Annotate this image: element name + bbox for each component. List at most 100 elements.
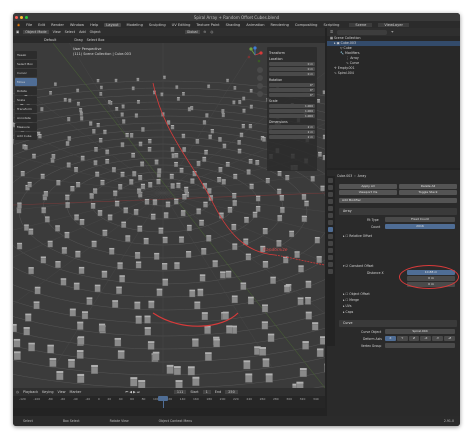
tool-scale[interactable]: Scale <box>15 96 37 104</box>
menu-select[interactable]: Select <box>65 30 75 34</box>
scale-x-field[interactable]: 1.000 <box>269 104 315 108</box>
workspace-tab-animation[interactable]: Animation <box>246 23 264 27</box>
play-controls-icon[interactable]: ⏮ ◀ ▶ ⏭ <box>125 390 140 394</box>
add-modifier-dropdown[interactable]: Add Modifier <box>339 198 457 203</box>
tab-physics-icon[interactable] <box>328 241 333 246</box>
merge-panel[interactable]: ▸ ☐ Merge <box>343 298 359 302</box>
tab-view-layer-icon[interactable] <box>328 199 333 204</box>
menu-timeline-view[interactable]: View <box>58 390 66 394</box>
scale-z-field[interactable]: 1.000 <box>269 114 315 118</box>
workspace-tab-rendering[interactable]: Rendering <box>271 23 289 27</box>
end-frame-field[interactable]: 250 <box>225 390 238 394</box>
tab-tool-icon[interactable] <box>328 178 333 183</box>
workspace-tab-layout[interactable]: Layout <box>104 22 121 27</box>
vertex-group-field[interactable] <box>385 343 455 348</box>
workspace-tab-compositing[interactable]: Compositing <box>295 23 318 27</box>
workspace-tab-scripting[interactable]: Scripting <box>323 23 339 27</box>
deform-axis-button[interactable]: X <box>385 336 396 341</box>
array-modifier-header[interactable]: Array <box>339 208 457 215</box>
outliner-editor-icon[interactable]: ☰ <box>330 30 333 34</box>
tab-data-icon[interactable] <box>328 255 333 260</box>
outliner-row-spiral-004[interactable]: ∿ Spiral.004 <box>327 71 460 76</box>
filter-icon[interactable]: ⏷ <box>391 30 394 34</box>
workspace-tab-modeling[interactable]: Modeling <box>127 23 143 27</box>
editor-type-icon[interactable]: ▣ <box>16 30 19 34</box>
playhead-line[interactable] <box>163 401 164 408</box>
curve-object-field[interactable]: Spiral.004 <box>385 329 455 334</box>
relative-offset-panel[interactable]: ▸ ☐ Relative Offset <box>343 234 372 238</box>
current-frame-field[interactable]: 111 <box>173 390 187 394</box>
outliner-search-field[interactable] <box>337 29 388 35</box>
location-x-field[interactable]: 0 m <box>269 62 315 66</box>
array-modifier-name[interactable]: Array <box>343 209 352 213</box>
workspace-tab-texture-paint[interactable]: Texture Paint <box>196 23 219 27</box>
tab-object-icon[interactable] <box>328 220 333 225</box>
constant-offset-panel[interactable]: ▾ ☑ Constant Offset <box>343 264 373 268</box>
menu-file[interactable]: File <box>26 23 32 27</box>
menu-render[interactable]: Render <box>51 23 64 27</box>
pan-hand-icon[interactable] <box>257 75 263 81</box>
proportional-edit-icon[interactable]: ◎ <box>210 30 213 34</box>
dimension-z-field[interactable]: 2 m <box>269 135 315 139</box>
menu-help[interactable]: Help <box>90 23 98 27</box>
tool-select-box[interactable]: Select Box <box>15 60 37 68</box>
tab-modifiers-icon[interactable] <box>328 227 333 232</box>
snap-icon[interactable]: ⊙ <box>204 30 207 34</box>
menu-marker[interactable]: Marker <box>70 390 82 394</box>
tool-measure[interactable]: Measure <box>15 123 37 131</box>
fit-type-select[interactable]: Fixed Count <box>385 217 455 222</box>
tab-material-icon[interactable] <box>328 262 333 267</box>
rotation-x-field[interactable]: 0° <box>269 83 315 87</box>
scene-selector[interactable]: Scene <box>349 22 373 27</box>
caps-panel[interactable]: ▸ Caps <box>343 310 353 314</box>
transform-orientation[interactable]: Global <box>184 30 200 34</box>
rotation-y-field[interactable]: 0° <box>269 88 315 92</box>
tab-render-icon[interactable] <box>328 185 333 190</box>
workspace-tab-shading[interactable]: Shading <box>226 23 241 27</box>
uvs-panel[interactable]: ▸ UVs <box>343 304 352 308</box>
menu-keying[interactable]: Keying <box>42 390 53 394</box>
rotation-z-field[interactable]: 0° <box>269 93 315 97</box>
tab-particles-icon[interactable] <box>328 234 333 239</box>
deform-axis-button[interactable]: Z <box>408 336 420 341</box>
tool-cursor[interactable]: Cursor <box>15 69 37 77</box>
tool-rotate[interactable]: Rotate <box>15 87 37 95</box>
mode-selector[interactable]: Object Mode <box>23 30 49 34</box>
3d-viewport[interactable]: Tweak Select Box Cursor Move Rotate Scal… <box>13 43 325 388</box>
menu-view[interactable]: View <box>53 30 61 34</box>
select-box-label[interactable]: Select Box <box>87 38 105 42</box>
menu-window[interactable]: Window <box>70 23 84 27</box>
timeline[interactable]: -120 -100 -80 -60 -40 -20 0 20 40 60 80 100 120 140 16… <box>13 396 325 408</box>
menu-playback[interactable]: Playback <box>23 390 38 394</box>
deform-axis-button[interactable]: Y <box>396 336 408 341</box>
apply-all-button[interactable]: Apply All <box>339 184 397 189</box>
camera-icon[interactable] <box>257 83 263 89</box>
timeline-editor-icon[interactable]: ◷ <box>16 390 19 394</box>
curve-modifier-name[interactable]: Curve <box>343 321 352 325</box>
tool-add-cube[interactable]: Add Cube <box>15 132 37 140</box>
orientation-label[interactable]: Default <box>44 38 56 42</box>
tab-scene-icon[interactable] <box>328 206 333 211</box>
drag-label[interactable]: Drag <box>74 38 82 42</box>
tool-transform[interactable]: Transform <box>15 105 37 113</box>
menu-add[interactable]: Add <box>79 30 86 34</box>
workspace-tab-uv-editing[interactable]: UV Editing <box>172 23 191 27</box>
deform-axis-button[interactable]: -X <box>420 336 432 341</box>
tool-move[interactable]: Move <box>15 78 37 86</box>
toggle-stack-button[interactable]: Toggle Stack <box>399 190 457 195</box>
scale-y-field[interactable]: 1.000 <box>269 109 315 113</box>
navigation-gizmo[interactable] <box>245 45 265 65</box>
tool-tweak[interactable]: Tweak <box>15 51 37 59</box>
view-layer-selector[interactable]: ViewLayer <box>378 22 409 27</box>
grid-perspective-icon[interactable] <box>257 91 263 97</box>
deform-axis-button[interactable]: -Z <box>444 336 455 341</box>
delete-all-button[interactable]: Delete All <box>399 184 457 189</box>
workspace-tab-sculpting[interactable]: Sculpting <box>149 23 166 27</box>
viewport-vis-button[interactable]: Viewport Vis <box>339 190 397 195</box>
tab-texture-icon[interactable] <box>328 269 333 274</box>
location-y-field[interactable]: 0 m <box>269 67 315 71</box>
zoom-icon[interactable] <box>257 67 263 73</box>
menu-edit[interactable]: Edit <box>38 23 45 27</box>
menu-object[interactable]: Object <box>90 30 101 34</box>
object-offset-panel[interactable]: ▸ ☐ Object Offset <box>343 292 370 296</box>
